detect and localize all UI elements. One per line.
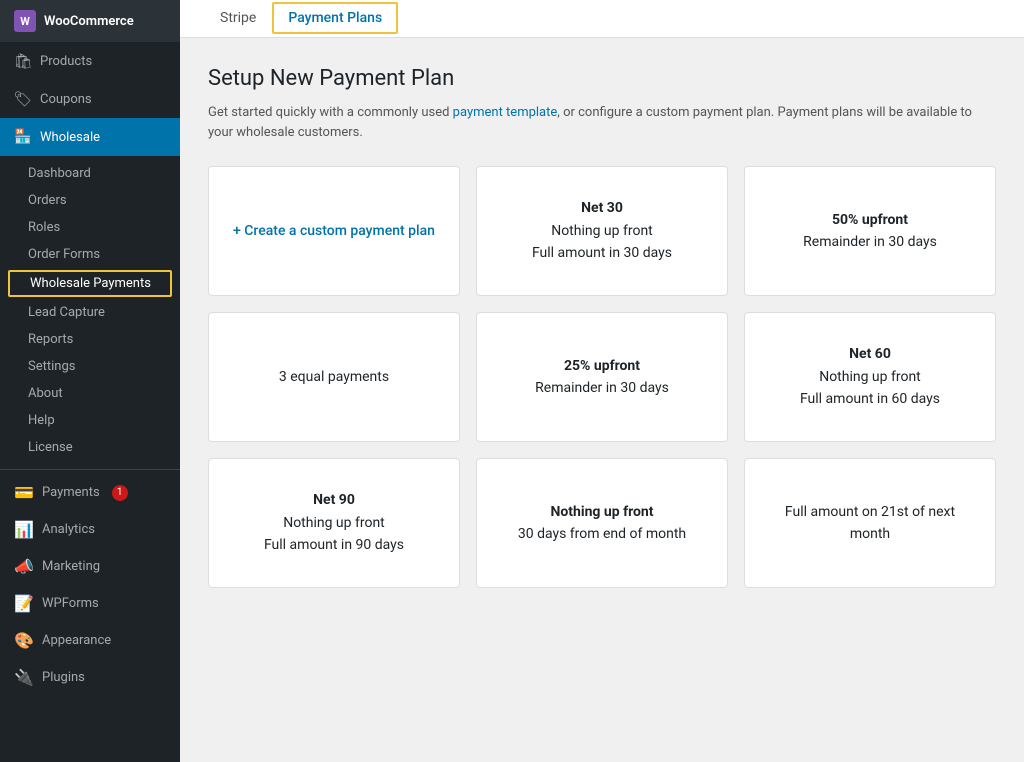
card-net30-text: Net 30 Nothing up front Full amount in 3… bbox=[532, 197, 672, 264]
payments-icon: 💳 bbox=[14, 483, 34, 502]
card-3equal-text: 3 equal payments bbox=[279, 366, 389, 388]
card-25upfront[interactable]: 25% upfront Remainder in 30 days bbox=[476, 312, 728, 442]
sidebar-item-plugins[interactable]: 🔌 Plugins bbox=[0, 659, 180, 696]
submenu-item-order-forms[interactable]: Order Forms bbox=[0, 241, 180, 268]
woocommerce-label: WooCommerce bbox=[44, 14, 134, 29]
card-net60-text: Net 60 Nothing up front Full amount in 6… bbox=[800, 343, 940, 410]
submenu-item-reports[interactable]: Reports bbox=[0, 326, 180, 353]
sidebar-item-payments[interactable]: 💳 Payments 1 bbox=[0, 474, 180, 511]
page-title: Setup New Payment Plan bbox=[208, 66, 996, 91]
submenu-item-about[interactable]: About bbox=[0, 380, 180, 407]
sidebar-item-marketing[interactable]: 📣 Marketing bbox=[0, 548, 180, 585]
payments-label: Payments bbox=[42, 485, 100, 500]
submenu-item-settings[interactable]: Settings bbox=[0, 353, 180, 380]
card-50upfront-text: 50% upfront Remainder in 30 days bbox=[803, 209, 937, 254]
card-net90-text: Net 90 Nothing up front Full amount in 9… bbox=[264, 489, 404, 556]
sidebar-item-wpforms[interactable]: 📝 WPForms bbox=[0, 585, 180, 622]
sidebar-item-wholesale[interactable]: 🏪 Wholesale bbox=[0, 118, 180, 156]
page-content: Setup New Payment Plan Get started quick… bbox=[180, 38, 1024, 616]
wpforms-label: WPForms bbox=[42, 596, 99, 611]
plugins-label: Plugins bbox=[42, 670, 85, 685]
appearance-label: Appearance bbox=[42, 633, 111, 648]
tab-stripe[interactable]: Stripe bbox=[204, 0, 272, 38]
card-net90[interactable]: Net 90 Nothing up front Full amount in 9… bbox=[208, 458, 460, 588]
page-description: Get started quickly with a commonly used… bbox=[208, 103, 988, 142]
submenu-item-orders[interactable]: Orders bbox=[0, 187, 180, 214]
card-3equal[interactable]: 3 equal payments bbox=[208, 312, 460, 442]
submenu-item-wholesale-payments[interactable]: Wholesale Payments bbox=[8, 270, 172, 297]
card-create-custom[interactable]: + Create a custom payment plan bbox=[208, 166, 460, 296]
marketing-label: Marketing bbox=[42, 559, 100, 574]
marketing-icon: 📣 bbox=[14, 557, 34, 576]
main-content: Stripe Payment Plans Setup New Payment P… bbox=[180, 0, 1024, 762]
products-label: Products bbox=[40, 54, 92, 69]
card-25upfront-text: 25% upfront Remainder in 30 days bbox=[535, 355, 669, 400]
wholesale-submenu: Dashboard Orders Roles Order Forms Whole… bbox=[0, 156, 180, 465]
card-full-21st-text: Full amount on 21st of next month bbox=[765, 501, 975, 546]
wholesale-label: Wholesale bbox=[40, 130, 100, 145]
card-nothing-upfront[interactable]: Nothing up front 30 days from end of mon… bbox=[476, 458, 728, 588]
sidebar-item-analytics[interactable]: 📊 Analytics bbox=[0, 511, 180, 548]
submenu-item-help[interactable]: Help bbox=[0, 407, 180, 434]
submenu-item-dashboard[interactable]: Dashboard bbox=[0, 160, 180, 187]
card-50upfront[interactable]: 50% upfront Remainder in 30 days bbox=[744, 166, 996, 296]
analytics-icon: 📊 bbox=[14, 520, 34, 539]
payment-template-link[interactable]: payment template bbox=[453, 105, 558, 120]
submenu-item-roles[interactable]: Roles bbox=[0, 214, 180, 241]
sidebar: W WooCommerce 🛍 Products 🏷 Coupons 🏪 Who… bbox=[0, 0, 180, 762]
sidebar-divider bbox=[0, 469, 180, 470]
wpforms-icon: 📝 bbox=[14, 594, 34, 613]
submenu-item-lead-capture[interactable]: Lead Capture bbox=[0, 299, 180, 326]
sidebar-item-appearance[interactable]: 🎨 Appearance bbox=[0, 622, 180, 659]
card-create-label: + Create a custom payment plan bbox=[233, 220, 435, 242]
payments-badge: 1 bbox=[112, 485, 128, 501]
woo-logo: W bbox=[14, 10, 36, 32]
sidebar-item-coupons[interactable]: 🏷 Coupons bbox=[0, 80, 180, 118]
analytics-label: Analytics bbox=[42, 522, 95, 537]
sidebar-item-woocommerce[interactable]: W WooCommerce bbox=[0, 0, 180, 42]
products-icon: 🛍 bbox=[14, 52, 32, 70]
payment-cards-grid: + Create a custom payment plan Net 30 No… bbox=[208, 166, 996, 588]
appearance-icon: 🎨 bbox=[14, 631, 34, 650]
tabs-bar: Stripe Payment Plans bbox=[180, 0, 1024, 38]
card-net30[interactable]: Net 30 Nothing up front Full amount in 3… bbox=[476, 166, 728, 296]
coupons-label: Coupons bbox=[40, 92, 92, 107]
coupons-icon: 🏷 bbox=[14, 90, 32, 108]
sidebar-item-products[interactable]: 🛍 Products bbox=[0, 42, 180, 80]
card-net60[interactable]: Net 60 Nothing up front Full amount in 6… bbox=[744, 312, 996, 442]
submenu-item-license[interactable]: License bbox=[0, 434, 180, 461]
wholesale-icon: 🏪 bbox=[14, 128, 32, 146]
plugins-icon: 🔌 bbox=[14, 668, 34, 687]
card-full-21st[interactable]: Full amount on 21st of next month bbox=[744, 458, 996, 588]
card-nothing-upfront-text: Nothing up front 30 days from end of mon… bbox=[518, 501, 686, 546]
tab-payment-plans[interactable]: Payment Plans bbox=[272, 2, 398, 34]
